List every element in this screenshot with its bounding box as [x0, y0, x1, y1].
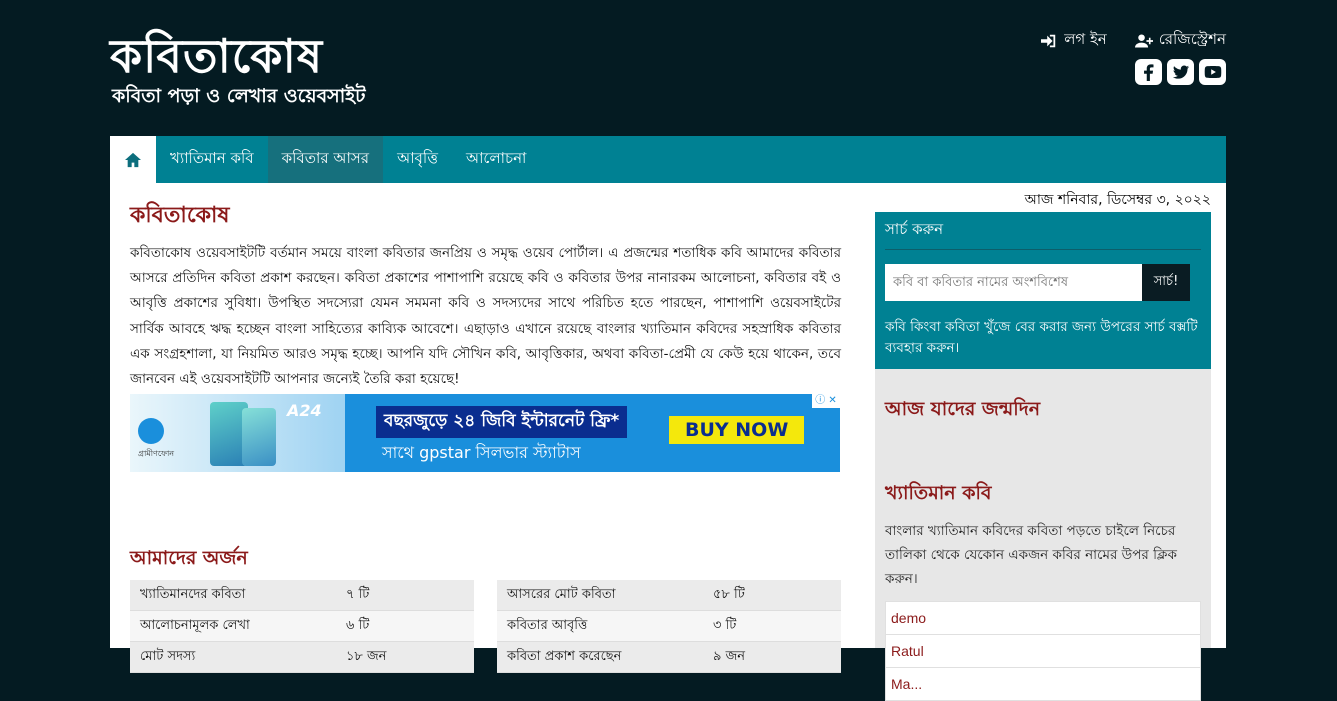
stat-value: ১৮ জন [336, 641, 474, 673]
search-help-text: কবি কিংবা কবিতা খুঁজে বের করার জন্য উপরে… [885, 319, 1198, 356]
stat-value: ৫৮ টি [703, 580, 841, 611]
birthday-title: আজ যাদের জন্মদিন [885, 398, 1041, 420]
stat-value: ৩ টি [703, 610, 841, 642]
table-row: কবিতা প্রকাশ করেছেন ৯ জন [497, 641, 841, 673]
table-row: আলোচনামূলক লেখা ৬ টি [130, 610, 474, 642]
ad-headline: বছরজুড়ে ২৪ জিবি ইন্টারনেট ফ্রি* [376, 406, 628, 439]
facebook-button[interactable] [1135, 59, 1162, 85]
poet-link[interactable]: Ratul [885, 635, 1201, 668]
social-links [1135, 59, 1226, 85]
add-user-icon [1134, 33, 1153, 48]
stat-label: খ্যাতিমানদের কবিতা [130, 580, 336, 611]
table-row: মোট সদস্য ১৮ জন [130, 641, 474, 673]
table-row: আসরের মোট কবিতা ৫৮ টি [497, 580, 841, 611]
register-label: রেজিস্ট্রেশন [1158, 30, 1226, 48]
nav-item-poetry-forum[interactable]: কবিতার আসর [267, 136, 384, 183]
poet-link[interactable]: Ma... [885, 668, 1201, 701]
famous-poets-text: বাংলার খ্যাতিমান কবিদের কবিতা পড়তে চাইল… [885, 523, 1177, 587]
twitter-button[interactable] [1167, 59, 1194, 85]
stat-value: ৭ টি [336, 580, 474, 611]
ad-banner[interactable]: গ্রামীণফোন A24 বছরজুড়ে ২৪ জিবি ইন্টারনে… [130, 394, 840, 473]
nav-home[interactable] [110, 136, 156, 183]
stats-table-right: আসরের মোট কবিতা ৫৮ টি কবিতার আবৃত্তি ৩ টি … [497, 580, 841, 673]
table-row: খ্যাতিমানদের কবিতা ৭ টি [130, 580, 474, 611]
search-input[interactable] [885, 264, 1142, 301]
stat-label: আলোচনামূলক লেখা [130, 610, 336, 642]
search-title: সার্চ করুন [885, 218, 1201, 250]
ad-subline: সাথে gpstar সিলভার স্ট্যাটাস [382, 443, 581, 463]
current-date: আজ শনিবার, ডিসেম্বর ৩, ২০২২ [1024, 192, 1211, 208]
stats-table-left: খ্যাতিমানদের কবিতা ৭ টি আলোচনামূলক লেখা ৬ … [130, 580, 474, 673]
stat-label: আসরের মোট কবিতা [497, 580, 703, 611]
stat-label: কবিতার আবৃত্তি [497, 610, 703, 642]
achievements-title: আমাদের অর্জন [130, 547, 248, 569]
home-icon [125, 152, 141, 167]
poet-link[interactable]: demo [885, 601, 1201, 635]
login-icon [1041, 34, 1056, 47]
ad-brand: গ্রামীণফোন [138, 449, 175, 459]
twitter-icon [1172, 65, 1189, 79]
search-button[interactable]: সার্চ! [1142, 264, 1190, 301]
stat-value: ৬ টি [336, 610, 474, 642]
page-title: কবিতাকোষ [130, 203, 230, 228]
youtube-button[interactable] [1199, 59, 1226, 85]
stat-label: মোট সদস্য [130, 641, 336, 673]
ad-model: A24 [287, 401, 322, 421]
site-header: কবিতাকোষ কবিতা পড়া ও লেখার ওয়েবসাইট লগ… [110, 28, 1226, 128]
sidebar: সার্চ করুন সার্চ! কবি কিংবা কবিতা খুঁজে … [875, 212, 1211, 701]
content-area: আজ শনিবার, ডিসেম্বর ৩, ২০২২ কবিতাকোষ কবি… [110, 183, 1226, 701]
famous-poets-title: খ্যাতিমান কবি [885, 482, 992, 504]
poet-list: demo Ratul Ma... [885, 601, 1201, 701]
nav-item-famous-poets[interactable]: খ্যাতিমান কবি [156, 136, 268, 183]
site-logo-title[interactable]: কবিতাকোষ [110, 28, 323, 84]
login-link[interactable]: লগ ইন [1040, 28, 1107, 53]
phone-image-back [242, 408, 276, 467]
login-label: লগ ইন [1064, 30, 1107, 48]
intro-text: কবিতাকোষ ওয়েবসাইটটি বর্তমান সময়ে বাংলা… [130, 245, 841, 388]
main-nav: খ্যাতিমান কবি কবিতার আসর আবৃত্তি আলোচনা [110, 136, 1226, 183]
facebook-icon [1143, 64, 1153, 81]
stat-label: কবিতা প্রকাশ করেছেন [497, 641, 703, 673]
nav-item-discussion[interactable]: আলোচনা [452, 136, 540, 183]
register-link[interactable]: রেজিস্ট্রেশন [1134, 28, 1226, 53]
search-panel: সার্চ করুন সার্চ! কবি কিংবা কবিতা খুঁজে … [875, 212, 1211, 369]
table-row: কবিতার আবৃত্তি ৩ টি [497, 610, 841, 642]
youtube-icon [1204, 65, 1221, 79]
achievements-stats: খ্যাতিমানদের কবিতা ৭ টি আলোচনামূলক লেখা ৬ … [130, 580, 841, 673]
nav-item-recitation[interactable]: আবৃত্তি [383, 136, 452, 183]
ad-close-icon[interactable]: ⓘ ✕ [812, 394, 840, 409]
ad-buy-now-button[interactable]: BUY NOW [669, 416, 805, 445]
auth-links: লগ ইন রেজিস্ট্রেশন [1040, 28, 1226, 53]
main-column: কবিতাকোষ কবিতাকোষ ওয়েবসাইটটি বর্তমান সম… [130, 201, 841, 673]
stat-value: ৯ জন [703, 641, 841, 673]
search-row: সার্চ! [885, 264, 1201, 301]
site-logo-subtitle: কবিতা পড়া ও লেখার ওয়েবসাইট [112, 85, 366, 107]
